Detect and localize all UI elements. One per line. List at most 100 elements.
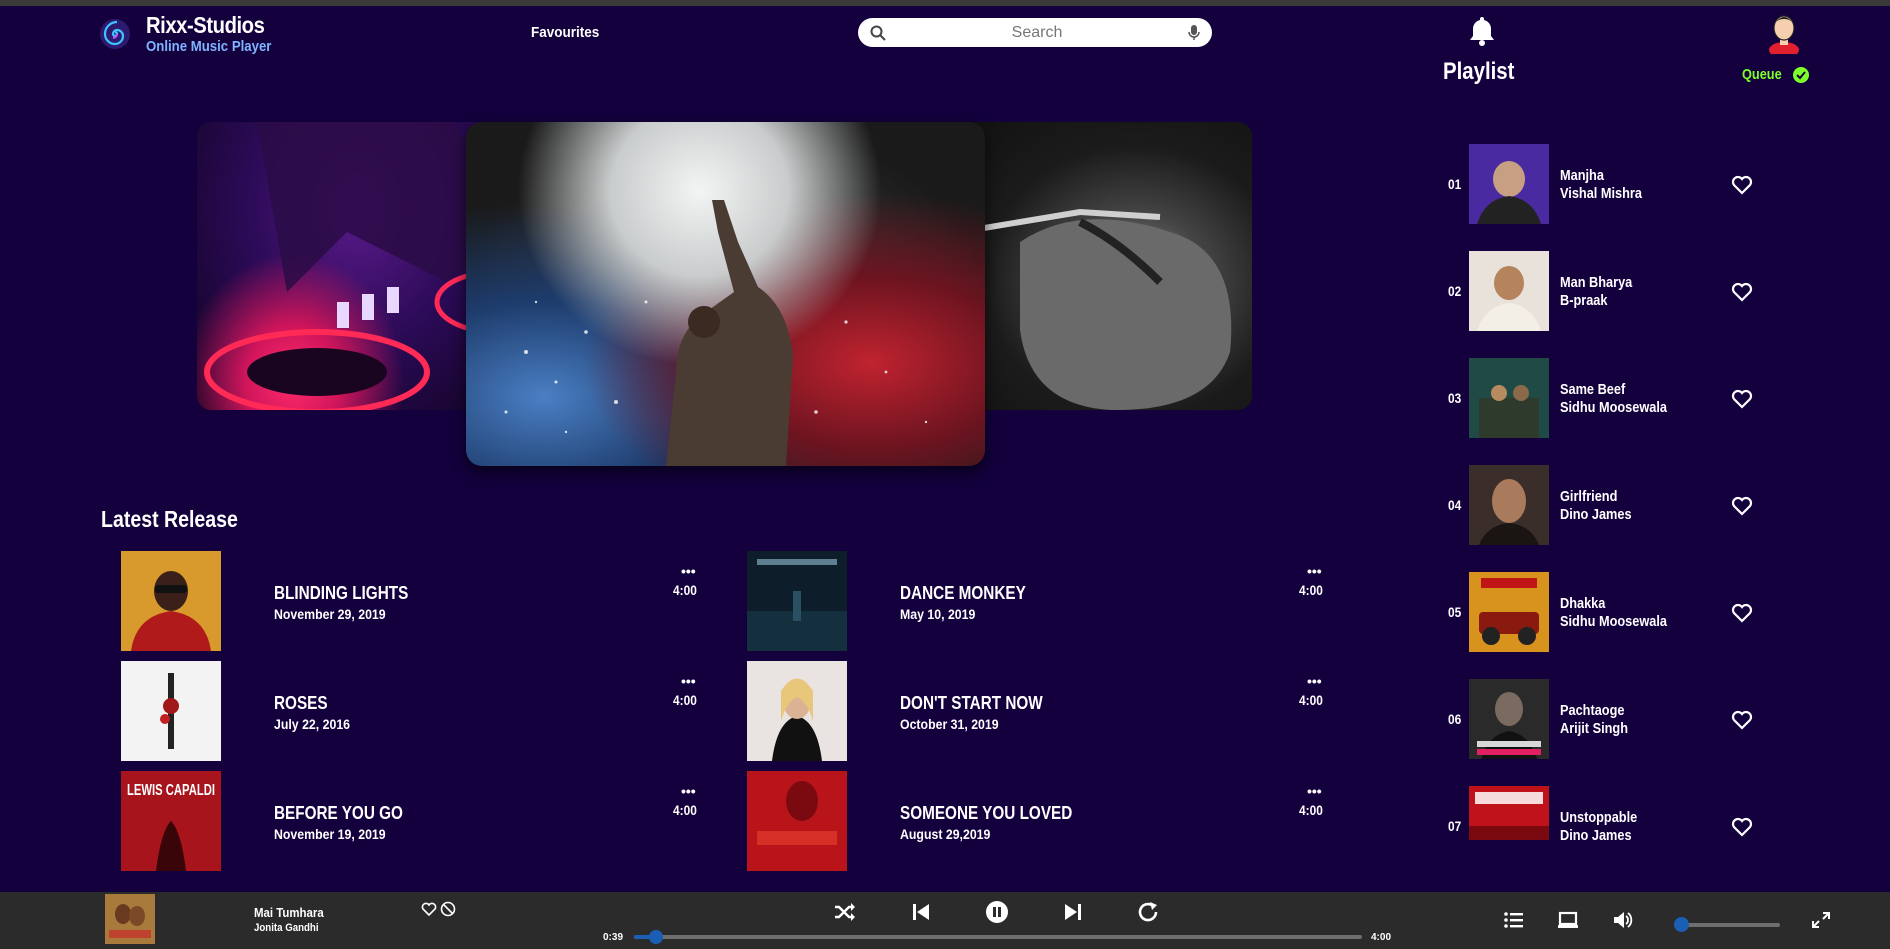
release-duration: 4:00 <box>1299 802 1323 818</box>
playlist-item[interactable]: 01 Manjha Vishal Mishra <box>1448 144 1768 226</box>
playlist-number: 05 <box>1448 604 1462 620</box>
release-title: BEFORE YOU GO <box>274 803 403 823</box>
more-options-icon[interactable]: ••• <box>1307 563 1322 579</box>
playlist-song-name: Pachtaoge <box>1560 702 1625 719</box>
device-icon[interactable] <box>1557 910 1579 930</box>
release-date: August 29,2019 <box>900 826 991 842</box>
playlist-item[interactable]: 07 Unstoppable Dino James <box>1448 786 1768 840</box>
now-playing-cover <box>105 894 155 944</box>
playlist-song-name: Unstoppable <box>1560 809 1638 826</box>
playlist-number: 01 <box>1448 176 1462 192</box>
playlist-artist: Sidhu Moosewala <box>1560 613 1667 630</box>
release-item[interactable]: LEWIS CAPALDI BEFORE YOU GO November 19,… <box>121 771 721 871</box>
heart-icon[interactable] <box>1731 175 1753 195</box>
search-input[interactable] <box>886 23 1188 42</box>
progress-bar[interactable] <box>634 930 1362 944</box>
brand-text: Rixx-Studios Online Music Player <box>146 12 289 56</box>
playlist-list[interactable]: 01 Manjha Vishal Mishra 02 Man Bharya B-… <box>1448 132 1788 840</box>
list-icon[interactable] <box>1503 910 1525 930</box>
playlist-thumbnail <box>1469 465 1549 545</box>
playlist-thumbnail <box>1469 251 1549 331</box>
release-duration: 4:00 <box>673 582 697 598</box>
release-duration: 4:00 <box>673 802 697 818</box>
playlist-item[interactable]: 05 Dhakka Sidhu Moosewala <box>1448 572 1768 654</box>
release-date: October 31, 2019 <box>900 716 999 732</box>
playlist-item[interactable]: 02 Man Bharya B-praak <box>1448 251 1768 333</box>
fullscreen-icon[interactable] <box>1810 910 1832 930</box>
notification-bell-icon[interactable] <box>1465 14 1499 48</box>
nav-favourites-link[interactable]: Favourites <box>531 24 599 41</box>
heart-icon[interactable] <box>1731 817 1753 837</box>
pause-icon[interactable] <box>985 900 1009 924</box>
queue-label: Queue <box>1742 66 1782 83</box>
playlist-title: Playlist <box>1443 58 1515 85</box>
repeat-icon[interactable] <box>1136 900 1160 924</box>
release-cover-image <box>121 661 221 761</box>
total-time: 4:00 <box>1371 932 1392 943</box>
heart-icon[interactable] <box>1731 389 1753 409</box>
heart-icon[interactable] <box>1731 710 1753 730</box>
queue-button[interactable]: Queue <box>1742 66 1809 83</box>
release-cover-image: LEWIS CAPALDI <box>121 771 221 871</box>
window-top-strip <box>0 0 1890 6</box>
now-playing-title: Mai Tumhara <box>254 905 324 920</box>
previous-icon[interactable] <box>909 900 933 924</box>
playlist-thumbnail <box>1469 358 1549 438</box>
progress-handle[interactable] <box>648 930 663 944</box>
release-item[interactable]: SOMEONE YOU LOVED August 29,2019 ••• 4:0… <box>747 771 1347 871</box>
brand[interactable]: Rixx-Studios Online Music Player <box>98 12 289 56</box>
release-title: ROSES <box>274 693 328 713</box>
brand-subtitle: Online Music Player <box>146 38 272 55</box>
heart-icon[interactable] <box>421 901 437 917</box>
release-title: SOMEONE YOU LOVED <box>900 803 1073 823</box>
carousel-slide-concert[interactable] <box>466 122 985 466</box>
heart-icon[interactable] <box>1731 282 1753 302</box>
check-circle-icon <box>1792 66 1809 83</box>
shuffle-icon[interactable] <box>833 900 857 924</box>
playlist-thumbnail <box>1469 144 1549 224</box>
release-item[interactable]: DON'T START NOW October 31, 2019 ••• 4:0… <box>747 661 1347 761</box>
playlist-item[interactable]: 04 Girlfriend Dino James <box>1448 465 1768 547</box>
playlist-artist: Dino James <box>1560 506 1632 523</box>
release-title: DON'T START NOW <box>900 693 1043 713</box>
concert-singer-image <box>504 200 928 466</box>
more-options-icon[interactable]: ••• <box>1307 783 1322 799</box>
playlist-item[interactable]: 06 Pachtaoge Arijit Singh <box>1448 679 1768 761</box>
heart-icon[interactable] <box>1731 603 1753 623</box>
release-cover-image <box>747 661 847 761</box>
volume-slider[interactable] <box>1674 917 1780 932</box>
user-avatar-icon[interactable] <box>1766 10 1802 54</box>
current-time: 0:39 <box>603 932 624 943</box>
release-item[interactable]: DANCE MONKEY May 10, 2019 ••• 4:00 <box>747 551 1347 651</box>
search-bar[interactable] <box>858 18 1212 47</box>
more-options-icon[interactable]: ••• <box>681 673 696 689</box>
playlist-number: 03 <box>1448 390 1462 406</box>
playlist-number: 02 <box>1448 283 1462 299</box>
release-cover-image <box>747 771 847 871</box>
playlist-number: 04 <box>1448 497 1462 513</box>
search-icon <box>870 25 886 41</box>
carousel-slide-guitarist[interactable] <box>960 122 1252 410</box>
release-item[interactable]: BLINDING LIGHTS November 29, 2019 ••• 4:… <box>121 551 721 651</box>
playlist-song-name: Man Bharya <box>1560 274 1633 291</box>
playlist-song-name: Dhakka <box>1560 595 1606 612</box>
release-cover-image <box>747 551 847 651</box>
release-duration: 4:00 <box>1299 692 1323 708</box>
release-item[interactable]: ROSES July 22, 2016 ••• 4:00 <box>121 661 721 761</box>
block-icon[interactable] <box>440 901 456 917</box>
heart-icon[interactable] <box>1731 496 1753 516</box>
playlist-item[interactable]: 03 Same Beef Sidhu Moosewala <box>1448 358 1768 440</box>
playlist-artist: Dino James <box>1560 827 1632 840</box>
playlist-thumbnail <box>1469 572 1549 652</box>
release-cover-text: LEWIS CAPALDI <box>127 782 215 799</box>
playlist-artist: Vishal Mishra <box>1560 185 1642 202</box>
more-options-icon[interactable]: ••• <box>681 783 696 799</box>
next-icon[interactable] <box>1061 900 1085 924</box>
playlist-song-name: Manjha <box>1560 167 1604 184</box>
more-options-icon[interactable]: ••• <box>1307 673 1322 689</box>
release-date: November 29, 2019 <box>274 606 386 622</box>
volume-icon[interactable] <box>1612 910 1634 930</box>
more-options-icon[interactable]: ••• <box>681 563 696 579</box>
now-playing-artist: Jonita Gandhi <box>254 922 319 934</box>
microphone-icon[interactable] <box>1188 24 1200 41</box>
